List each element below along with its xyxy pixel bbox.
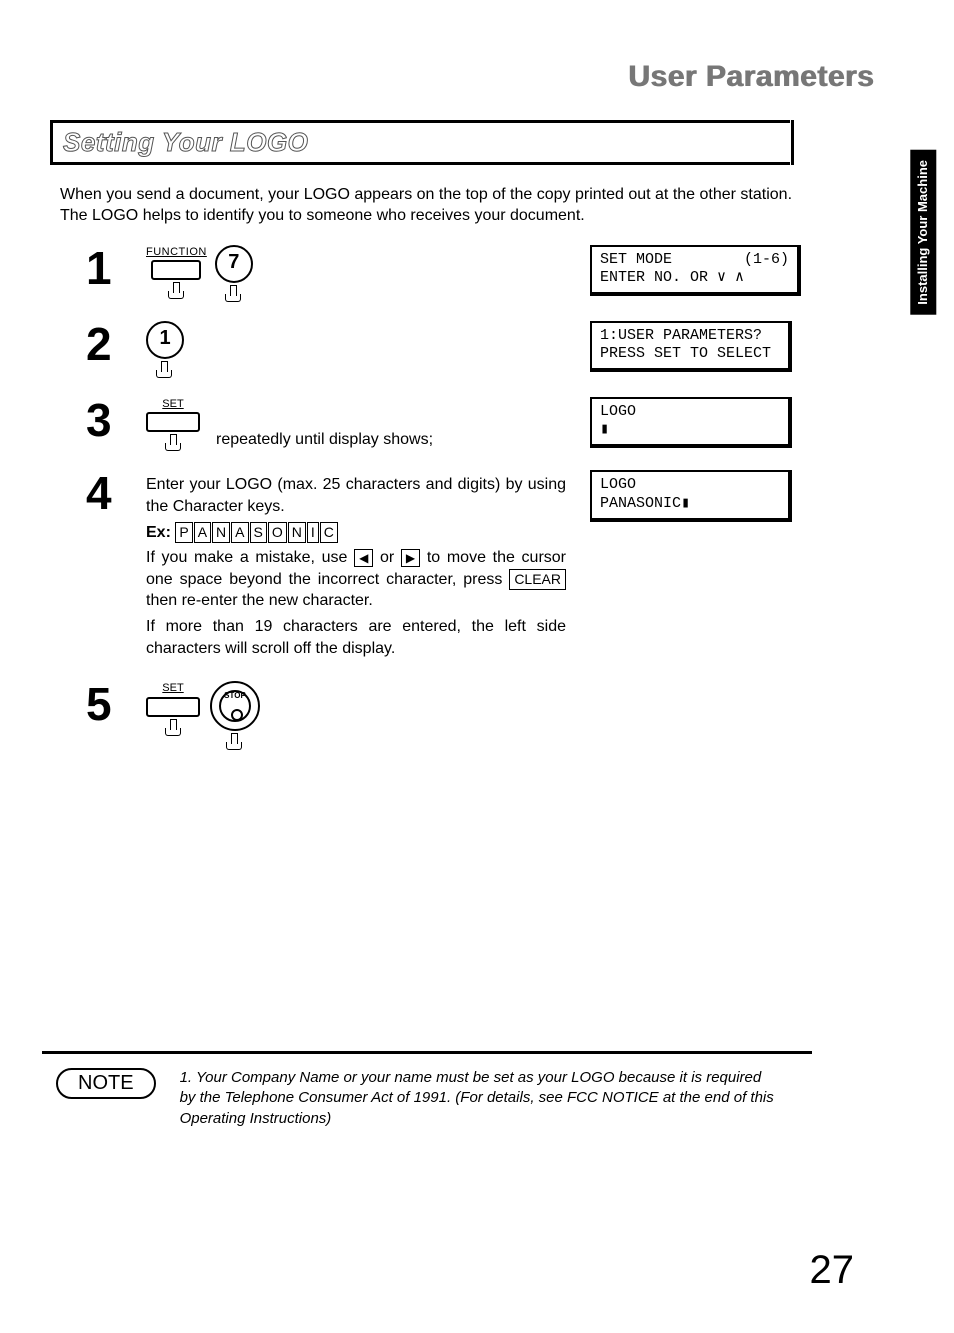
- step-row: 5 SET STOP: [86, 681, 854, 751]
- step-number: 2: [86, 321, 146, 367]
- set-key-icon: SET: [146, 397, 200, 453]
- press-hand-icon: [224, 733, 244, 751]
- lcd-display: LOGO ▮: [590, 397, 792, 449]
- right-arrow-icon: ▶: [401, 549, 420, 567]
- char-box: A: [231, 522, 248, 543]
- step4-line1: Enter your LOGO (max. 25 characters and …: [146, 474, 566, 517]
- char-box: O: [268, 522, 287, 543]
- char-box: I: [307, 522, 319, 543]
- intro-paragraph: When you send a document, your LOGO appe…: [60, 185, 800, 227]
- note-text: 1. Your Company Name or your name must b…: [180, 1068, 780, 1129]
- digit-key-icon: 7: [215, 245, 253, 283]
- step-row: 2 1 1:USER PARAMETERS? PRESS SET TO SELE…: [86, 321, 854, 379]
- manual-page: Installing Your Machine User Parameters …: [0, 0, 954, 1333]
- char-box: N: [288, 522, 306, 543]
- left-arrow-icon: ◀: [354, 549, 373, 567]
- set-key-icon: SET: [146, 681, 200, 737]
- section-heading-box: Setting Your LOGO: [50, 120, 790, 165]
- side-tab: Installing Your Machine: [910, 150, 936, 315]
- step-row: 1 FUNCTION 7 SET MODE (1-6) ENTER NO. O: [86, 245, 854, 303]
- stop-key-icon: STOP: [210, 681, 260, 731]
- function-key-icon: FUNCTION: [146, 245, 207, 301]
- press-hand-icon: [166, 282, 186, 300]
- lcd-display: LOGO PANASONIC▮: [590, 470, 792, 522]
- press-hand-icon: [154, 361, 174, 379]
- step-number: 1: [86, 245, 146, 291]
- step4-line3: If more than 19 characters are entered, …: [146, 616, 566, 659]
- char-box: C: [320, 522, 338, 543]
- steps-list: 1 FUNCTION 7 SET MODE (1-6) ENTER NO. O: [86, 245, 854, 752]
- step-number: 4: [86, 470, 146, 516]
- char-box: S: [250, 522, 267, 543]
- step-row: 4 Enter your LOGO (max. 25 characters an…: [86, 470, 854, 663]
- note-block: NOTE 1. Your Company Name or your name m…: [56, 1068, 854, 1129]
- section-title: Setting Your LOGO: [63, 127, 308, 157]
- press-hand-icon: [163, 719, 183, 737]
- lcd-display: 1:USER PARAMETERS? PRESS SET TO SELECT: [590, 321, 792, 373]
- page-number: 27: [810, 1248, 855, 1293]
- char-box: A: [194, 522, 211, 543]
- step-row: 3 SET repeatedly until display shows; LO…: [86, 397, 854, 453]
- lcd-display: SET MODE (1-6) ENTER NO. OR ∨ ∧: [590, 245, 801, 297]
- step-tail-text: repeatedly until display shows;: [216, 429, 433, 453]
- note-label: NOTE: [56, 1068, 156, 1099]
- step-number: 5: [86, 681, 146, 727]
- press-hand-icon: [163, 434, 183, 452]
- page-header: User Parameters: [50, 60, 874, 94]
- step-number: 3: [86, 397, 146, 443]
- char-box: P: [175, 522, 192, 543]
- digit-key-icon: 1: [146, 321, 184, 359]
- step4-line2: If you make a mistake, use ◀ or ▶ to mov…: [146, 547, 566, 612]
- step4-example: Ex: PANASONIC: [146, 522, 566, 544]
- char-box: N: [212, 522, 230, 543]
- clear-key-icon: CLEAR: [509, 569, 566, 590]
- divider: [42, 1051, 812, 1054]
- press-hand-icon: [223, 285, 243, 303]
